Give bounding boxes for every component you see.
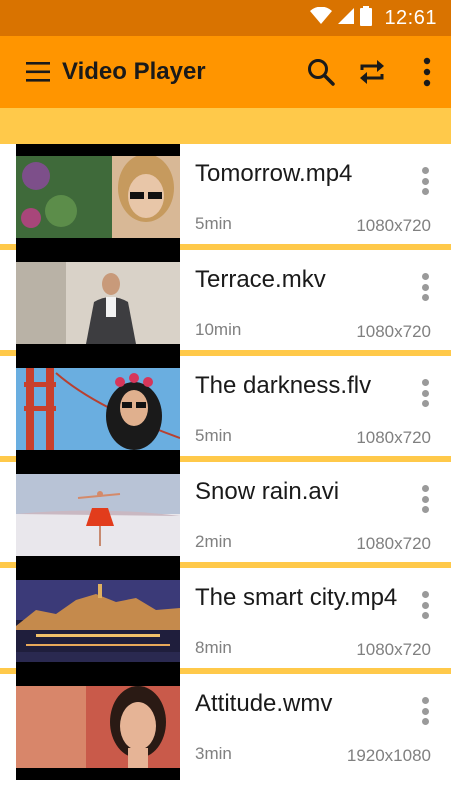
item-more-button[interactable] [413,694,437,728]
video-duration: 3min [195,744,232,763]
item-more-button[interactable] [413,482,437,516]
video-resolution: 1080x720 [356,216,431,235]
repeat-button[interactable] [354,54,390,90]
accent-strip [0,108,451,144]
more-vert-icon [421,273,429,280]
search-icon [308,59,335,86]
search-button[interactable] [303,54,339,90]
video-thumbnail [16,568,180,674]
video-duration: 8min [195,638,232,657]
video-resolution: 1080x720 [356,640,431,659]
repeat-icon [360,60,384,84]
video-duration: 2min [195,532,232,551]
item-more-button[interactable] [413,270,437,304]
video-resolution: 1920x1080 [346,746,431,765]
signal-icon [338,7,355,30]
video-resolution: 1080x720 [356,322,431,341]
video-thumbnail [16,250,180,356]
item-more-button[interactable] [413,588,437,622]
video-thumbnail [16,674,180,780]
video-duration: 5min [195,214,232,233]
video-item[interactable]: Tomorrow.mp4 5min 1080x720 [0,144,451,250]
item-more-button[interactable] [413,376,437,410]
more-vert-icon [421,485,429,492]
video-thumbnail [16,144,180,250]
video-duration: 10min [195,320,242,339]
item-more-button[interactable] [413,164,437,198]
video-thumbnail [16,462,180,568]
video-thumbnail [16,356,180,462]
app-title: Video Player [62,58,206,85]
wifi-icon [310,6,333,30]
status-time: 12:61 [384,6,437,29]
more-vert-icon [421,167,429,174]
status-bar: 12:61 [0,0,451,36]
video-item[interactable]: The darkness.flv 5min 1080x720 [0,356,451,462]
video-title: Snow rain.avi [195,478,340,505]
video-title: The darkness.flv [195,372,372,399]
more-vert-icon [421,379,429,386]
video-title: Tomorrow.mp4 [195,160,353,187]
more-vert-icon [421,697,429,704]
battery-icon [360,5,373,31]
more-vert-icon [423,57,431,87]
overflow-menu-button[interactable] [409,54,445,90]
status-icons: 12:61 [310,0,437,36]
video-item[interactable]: The smart city.mp4 8min 1080x720 [0,568,451,674]
video-resolution: 1080x720 [356,534,431,553]
video-duration: 5min [195,426,232,445]
video-item[interactable]: Snow rain.avi 2min 1080x720 [0,462,451,568]
video-resolution: 1080x720 [356,428,431,447]
video-item[interactable]: Attitude.wmv 3min 1920x1080 [0,674,451,780]
app-bar: Video Player [0,36,451,108]
video-title: The smart city.mp4 [195,584,398,611]
menu-button[interactable] [24,58,54,86]
more-vert-icon [421,591,429,598]
video-item[interactable]: Terrace.mkv 10min 1080x720 [0,250,451,356]
video-title: Terrace.mkv [195,266,326,293]
video-list: Tomorrow.mp4 5min 1080x720 Terrace.mkv 1… [0,144,451,800]
video-title: Attitude.wmv [195,690,333,717]
menu-icon [26,62,50,82]
